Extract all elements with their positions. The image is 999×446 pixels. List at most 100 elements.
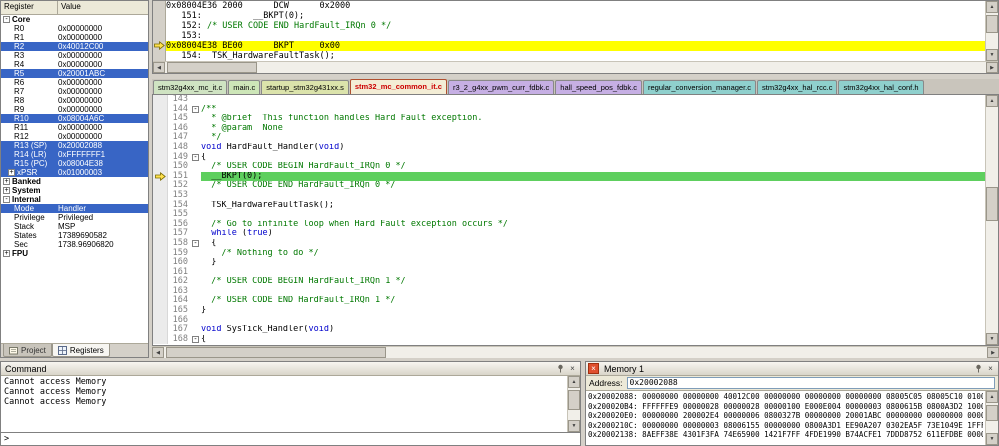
scroll-up-button[interactable]: ▲ — [986, 95, 998, 107]
pin-icon[interactable] — [973, 363, 984, 374]
pin-icon[interactable] — [555, 363, 566, 374]
register-row[interactable]: R7 0x00000000 — [1, 87, 148, 96]
editor-line[interactable]: 159 /* Nothing to do */ — [153, 248, 985, 259]
value-column-header[interactable]: Value — [58, 1, 148, 14]
editor-line[interactable]: 146 * @param None — [153, 123, 985, 134]
editor-line[interactable]: 150 /* USER CODE BEGIN HardFault_IRQn 0 … — [153, 162, 985, 172]
editor-line[interactable]: 144-/** — [153, 104, 985, 115]
register-row[interactable]: Privilege Privileged — [1, 213, 148, 222]
register-group-row[interactable]: - Internal — [1, 195, 148, 204]
register-row[interactable]: R1 0x00000000 — [1, 33, 148, 42]
scroll-right-button[interactable]: ▶ — [986, 62, 998, 73]
memory-vscrollbar[interactable]: ▲ ▼ — [985, 391, 998, 445]
scrollbar-track[interactable] — [164, 347, 987, 358]
register-row[interactable]: + xPSR 0x01000003 — [1, 168, 148, 177]
scrollbar-track[interactable] — [568, 388, 580, 420]
disassembly-vscrollbar[interactable]: ▲ ▼ — [985, 1, 998, 61]
scroll-left-button[interactable]: ◀ — [152, 347, 164, 358]
editor-tab[interactable]: stm32_mc_common_it.c — [349, 79, 447, 94]
command-vscrollbar[interactable]: ▲ ▼ — [567, 376, 580, 432]
disassembly-line[interactable]: 153: — [153, 31, 985, 41]
editor-line[interactable]: 153 — [153, 190, 985, 201]
fold-collapse-icon[interactable]: - — [192, 105, 199, 113]
scrollbar-thumb[interactable] — [167, 62, 257, 73]
register-row[interactable]: R13 (SP) 0x20002088 — [1, 141, 148, 150]
register-row[interactable]: R6 0x00000000 — [1, 78, 148, 87]
disassembly-code[interactable]: 0x08004E36 2000 DCW 0x2000 151: __BKPT(0… — [153, 1, 985, 61]
editor-line[interactable]: 163 — [153, 286, 985, 297]
register-row[interactable]: R8 0x00000000 — [1, 96, 148, 105]
editor-line[interactable]: 149-{ — [153, 152, 985, 163]
scrollbar-track[interactable] — [986, 107, 998, 333]
disassembly-line[interactable]: 0x08004E38 BE00 BKPT 0x00 — [153, 41, 985, 51]
editor-line[interactable]: 145 * @brief This function handles Hard … — [153, 114, 985, 124]
memory-address-input[interactable]: 0x20002088 — [626, 377, 995, 389]
editor-line[interactable]: 166 — [153, 315, 985, 326]
register-row[interactable]: R14 (LR) 0xFFFFFFF1 — [1, 150, 148, 159]
editor-tab[interactable]: stm32g4xx_mc_it.c — [153, 80, 228, 94]
register-row[interactable]: Sec 1738.96906820 — [1, 240, 148, 249]
tree-expander-icon[interactable]: + — [3, 178, 10, 185]
register-row[interactable]: R3 0x00000000 — [1, 51, 148, 60]
editor-tab[interactable]: stm32g4xx_hal_conf.h — [838, 80, 924, 94]
tree-expander-icon[interactable]: + — [3, 187, 10, 194]
scrollbar-thumb[interactable] — [986, 187, 998, 221]
register-group-row[interactable]: + System — [1, 186, 148, 195]
disassembly-line[interactable]: 151: __BKPT(0); — [153, 11, 985, 21]
register-row[interactable]: R0 0x00000000 — [1, 24, 148, 33]
editor-line[interactable]: 151 __BKPT(0); — [153, 171, 985, 182]
editor-tab[interactable]: r3_2_g4xx_pwm_curr_fdbk.c — [447, 80, 555, 94]
disassembly-hscrollbar[interactable]: ◀ ▶ — [153, 61, 998, 73]
fold-collapse-icon[interactable]: - — [192, 335, 199, 343]
editor-line[interactable]: 158- { — [153, 238, 985, 249]
register-row[interactable]: R15 (PC) 0x08004E38 — [1, 159, 148, 168]
editor-vscrollbar[interactable]: ▲ ▼ — [985, 95, 998, 345]
scroll-down-button[interactable]: ▼ — [568, 420, 580, 432]
scrollbar-thumb[interactable] — [568, 390, 580, 410]
register-group-row[interactable]: - Core — [1, 15, 148, 24]
editor-tab[interactable]: main.c — [228, 80, 261, 94]
register-row[interactable]: Mode Handler — [1, 204, 148, 213]
register-row[interactable]: Stack MSP — [1, 222, 148, 231]
registers-tab[interactable]: Registers — [51, 344, 110, 357]
register-row[interactable]: R4 0x00000000 — [1, 60, 148, 69]
editor-line[interactable]: 156 /* Go to infinite loop when Hard Fau… — [153, 219, 985, 230]
scroll-up-button[interactable]: ▲ — [986, 391, 998, 403]
editor-line[interactable]: 165} — [153, 305, 985, 316]
fold-collapse-icon[interactable]: - — [192, 239, 199, 247]
tree-expander-icon[interactable]: + — [3, 250, 10, 257]
close-icon[interactable]: × — [985, 363, 996, 374]
scroll-down-button[interactable]: ▼ — [986, 49, 998, 61]
scrollbar-thumb[interactable] — [986, 15, 998, 33]
editor-line[interactable]: 160 } — [153, 257, 985, 268]
editor-line[interactable]: 143 — [153, 95, 985, 105]
disassembly-line[interactable]: 152: /* USER CODE END HardFault_IRQn 0 *… — [153, 21, 985, 31]
editor-line[interactable]: 167 void SysTick_Handler(void) — [153, 325, 985, 335]
project-tab[interactable]: Project — [3, 344, 52, 357]
register-row[interactable]: R5 0x20001ABC — [1, 69, 148, 78]
tree-expander-icon[interactable]: - — [3, 16, 10, 23]
scroll-left-button[interactable]: ◀ — [153, 62, 165, 73]
editor-hscrollbar[interactable]: ◀ ▶ — [152, 346, 999, 358]
editor-line[interactable]: 155 — [153, 210, 985, 220]
memory-dump[interactable]: 0x20002088: 00000000 00000000 40012C00 0… — [586, 391, 985, 445]
fold-collapse-icon[interactable]: - — [192, 153, 199, 161]
scroll-down-button[interactable]: ▼ — [986, 333, 998, 345]
scrollbar-track[interactable] — [986, 13, 998, 49]
scrollbar-thumb[interactable] — [166, 347, 386, 358]
scrollbar-thumb[interactable] — [986, 405, 998, 421]
register-row[interactable]: R2 0x40012C00 — [1, 42, 148, 51]
register-row[interactable]: States 17389690582 — [1, 231, 148, 240]
register-column-header[interactable]: Register — [1, 1, 58, 14]
disassembly-line[interactable]: 0x08004E36 2000 DCW 0x2000 — [153, 1, 985, 11]
editor-tab[interactable]: startup_stm32g431xx.s — [261, 80, 349, 94]
editor-line[interactable]: 157 while (true) — [153, 229, 985, 239]
editor-line[interactable]: 164 /* USER CODE END HardFault_IRQn 1 */ — [153, 296, 985, 307]
register-row[interactable]: R11 0x00000000 — [1, 123, 148, 132]
editor-line[interactable]: 148 void HardFault_Handler(void) — [153, 142, 985, 153]
register-row[interactable]: R9 0x00000000 — [1, 105, 148, 114]
editor-line[interactable]: 147 */ — [153, 133, 985, 143]
close-icon[interactable]: × — [567, 363, 578, 374]
register-row[interactable]: R12 0x00000000 — [1, 132, 148, 141]
scrollbar-track[interactable] — [165, 62, 986, 73]
